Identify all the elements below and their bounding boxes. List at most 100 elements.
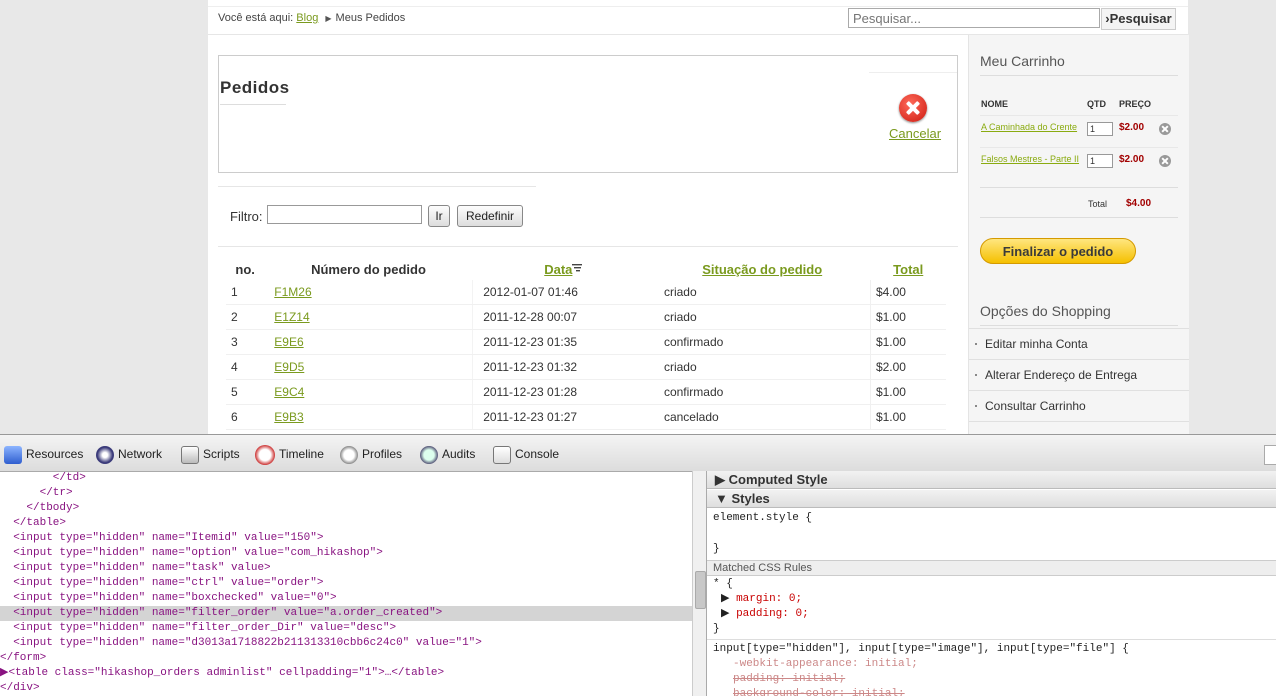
checkout-button[interactable]: Finalizar o pedido [980, 238, 1136, 264]
devtools-toolbar: Resources Network Scripts Timeline Profi… [0, 435, 1276, 472]
shopping-options-title: Opções do Shopping [980, 303, 1111, 319]
row-no: 3 [226, 329, 265, 355]
cart-col-price: PREÇO [1119, 99, 1152, 109]
css-property[interactable]: -webkit-appearance: initial; [733, 657, 1276, 672]
dom-node[interactable]: <input type="hidden" name="Itemid" value… [0, 531, 692, 546]
computed-style-label: Computed Style [728, 472, 828, 487]
cancel-action[interactable]: Cancelar [869, 72, 957, 173]
tab-scripts[interactable]: Scripts [181, 444, 240, 464]
dom-node[interactable]: <input type="hidden" name="task" value> [0, 561, 692, 576]
sort-date-link[interactable]: Data [544, 262, 572, 277]
dom-node[interactable]: </tbody> [0, 501, 692, 516]
order-number-link[interactable]: E9E6 [274, 335, 303, 349]
dom-node[interactable]: </tr> [0, 486, 692, 501]
cart-total-divider [980, 217, 1178, 218]
menu-item-change-address[interactable]: Alterar Endereço de Entrega [969, 359, 1189, 389]
row-total: $1.00 [869, 404, 946, 430]
tab-audits[interactable]: Audits [420, 444, 475, 464]
tab-timeline[interactable]: Timeline [255, 444, 324, 465]
styles-sidebar: ▶ Computed Style ▼ Styles element.style … [706, 471, 1276, 696]
cancel-icon[interactable] [899, 94, 927, 122]
rule-divider [707, 639, 1276, 640]
tab-label: Resources [26, 447, 84, 461]
tab-resources[interactable]: Resources [4, 444, 83, 464]
col-status[interactable]: Situação do pedido [654, 258, 871, 280]
search-icon[interactable] [1264, 445, 1276, 465]
order-number-link[interactable]: E9C4 [274, 385, 304, 399]
tab-profiles[interactable]: Profiles [340, 444, 402, 464]
tab-console[interactable]: Console [493, 444, 559, 464]
network-icon [96, 445, 114, 464]
dom-node[interactable]: </td> [0, 471, 692, 486]
row-no: 5 [226, 379, 265, 405]
scroll-thumb[interactable] [695, 571, 706, 609]
orders-table: no. Número do pedido Data Situação do pe… [226, 258, 946, 430]
cart-qty-input[interactable]: 1 [1087, 122, 1113, 136]
filter-divider-bottom [218, 246, 958, 247]
expand-arrow-icon: ▶ [721, 608, 737, 620]
dom-node[interactable]: <input type="hidden" name="ctrl" value="… [0, 576, 692, 591]
tab-label: Profiles [362, 447, 403, 461]
dom-tree[interactable]: </td> </tr> </tbody> </table> <input typ… [0, 471, 692, 696]
search-button[interactable]: ›Pesquisar [1101, 8, 1176, 30]
sort-total-link[interactable]: Total [893, 262, 923, 277]
cart-item-link[interactable]: Falsos Mestres - Parte II [981, 154, 1079, 164]
row-date: 2012-01-07 01:46 [472, 280, 654, 305]
row-date: 2011-12-23 01:35 [472, 329, 654, 355]
rule-selector[interactable]: input[type="hidden"], input[type="image"… [713, 642, 1273, 657]
dom-node-selected[interactable]: <input type="hidden" name="filter_order"… [0, 606, 692, 621]
sort-status-link[interactable]: Situação do pedido [702, 262, 822, 277]
page-title: Pedidos [220, 78, 289, 105]
dom-scrollbar[interactable] [692, 471, 707, 696]
breadcrumb-link-blog[interactable]: Blog [296, 12, 318, 24]
filter-label: Filtro: [230, 209, 263, 224]
orders-header: Pedidos Cancelar [218, 55, 958, 173]
dom-node[interactable]: <input type="hidden" name="d3013a1718822… [0, 636, 692, 651]
col-date[interactable]: Data [473, 258, 654, 280]
cancel-link[interactable]: Cancelar [889, 126, 941, 141]
css-property[interactable]: ▶ padding: 0; [721, 607, 1276, 622]
cart-item-link[interactable]: A Caminhada do Crente [981, 122, 1077, 132]
matched-rules-header: Matched CSS Rules [707, 560, 1276, 576]
menu-item-view-cart[interactable]: Consultar Carrinho [969, 390, 1189, 420]
rule-selector[interactable]: * { [713, 577, 1273, 592]
col-no: no. [235, 261, 255, 277]
expand-arrow-icon: ▶ [721, 593, 737, 605]
row-total: $1.00 [869, 304, 946, 330]
menu-item-edit-account[interactable]: Editar minha Conta [969, 328, 1189, 358]
css-property-text: padding: initial; [733, 673, 846, 685]
css-property[interactable]: padding: initial; [733, 672, 1276, 687]
styles-header[interactable]: ▼ Styles [707, 490, 1276, 508]
computed-style-header[interactable]: ▶ Computed Style [707, 471, 1276, 489]
dom-node[interactable]: <input type="hidden" name="option" value… [0, 546, 692, 561]
dom-node[interactable]: ▶<table class="hikashop_orders adminlist… [0, 666, 692, 681]
cart-col-qty: QTD [1087, 99, 1106, 109]
cart-qty-input[interactable]: 1 [1087, 154, 1113, 168]
table-row: 6 E9B3 2011-12-23 01:27 cancelado $1.00 [226, 404, 946, 430]
dom-node[interactable]: </table> [0, 516, 692, 531]
remove-item-icon[interactable] [1159, 123, 1171, 135]
css-property-text: margin: 0; [736, 593, 803, 605]
dom-node[interactable]: <input type="hidden" name="filter_order_… [0, 621, 692, 636]
reset-button[interactable]: Redefinir [457, 205, 523, 227]
dom-node[interactable]: </form> [0, 651, 692, 666]
order-number-link[interactable]: E1Z14 [274, 310, 309, 324]
scripts-icon [181, 445, 199, 464]
search-input[interactable] [848, 8, 1100, 28]
dom-node[interactable]: </div> [0, 681, 692, 696]
element-style-open[interactable]: element.style { [713, 511, 1273, 526]
col-total[interactable]: Total [870, 258, 946, 280]
dom-node[interactable]: <input type="hidden" name="boxchecked" v… [0, 591, 692, 606]
order-number-link[interactable]: E9B3 [274, 410, 303, 424]
breadcrumb-arrow-icon: ▶ [325, 14, 332, 23]
css-property[interactable]: ▶ margin: 0; [721, 592, 1276, 607]
remove-item-icon[interactable] [1159, 155, 1171, 167]
row-no: 6 [226, 404, 265, 430]
tab-label: Timeline [279, 447, 324, 461]
go-button[interactable]: Ir [428, 205, 450, 227]
tab-network[interactable]: Network [96, 444, 162, 464]
order-number-link[interactable]: F1M26 [274, 285, 311, 299]
filter-input[interactable] [267, 205, 422, 224]
tab-label: Console [515, 447, 560, 461]
order-number-link[interactable]: E9D5 [274, 360, 304, 374]
